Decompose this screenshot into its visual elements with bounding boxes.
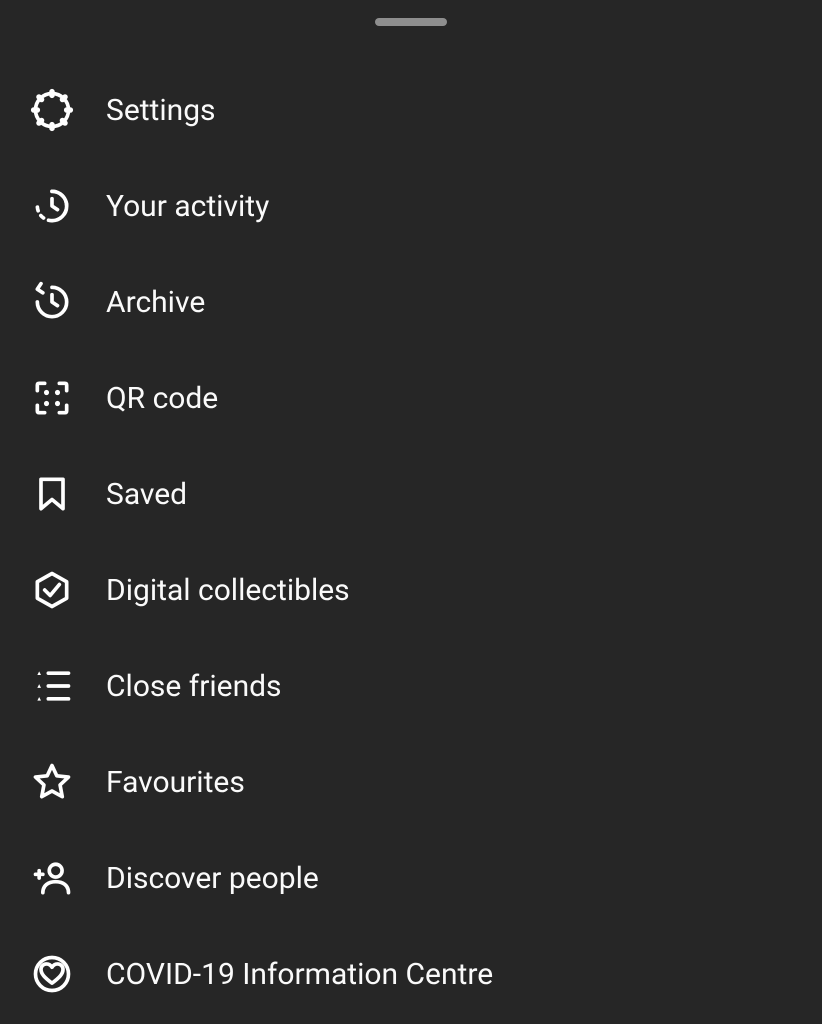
menu-item-saved[interactable]: Saved — [0, 446, 822, 542]
menu-item-label: Digital collectibles — [106, 573, 350, 608]
menu-item-label: Your activity — [106, 189, 269, 224]
menu-item-close-friends[interactable]: Close friends — [0, 638, 822, 734]
close-friends-icon — [28, 662, 76, 710]
menu-item-digital-collectibles[interactable]: Digital collectibles — [0, 542, 822, 638]
settings-icon — [28, 86, 76, 134]
menu-item-label: Archive — [106, 285, 205, 320]
menu-item-label: QR code — [106, 381, 218, 416]
menu-item-label: Close friends — [106, 669, 282, 704]
menu-item-your-activity[interactable]: Your activity — [0, 158, 822, 254]
menu-item-favourites[interactable]: Favourites — [0, 734, 822, 830]
drag-handle[interactable] — [375, 18, 447, 26]
menu-item-qr-code[interactable]: QR code — [0, 350, 822, 446]
menu-item-covid-info[interactable]: COVID-19 Information Centre — [0, 926, 822, 1022]
favourites-icon — [28, 758, 76, 806]
collectibles-icon — [28, 566, 76, 614]
activity-icon — [28, 182, 76, 230]
menu-item-label: Favourites — [106, 765, 245, 800]
menu-item-label: COVID-19 Information Centre — [106, 957, 493, 992]
menu-item-label: Discover people — [106, 861, 319, 896]
archive-icon — [28, 278, 76, 326]
menu-item-label: Saved — [106, 477, 187, 512]
covid-info-icon — [28, 950, 76, 998]
menu-item-label: Settings — [106, 93, 216, 128]
menu-list: Settings Your activity Arc — [0, 0, 822, 1022]
discover-people-icon — [28, 854, 76, 902]
qrcode-icon — [28, 374, 76, 422]
menu-item-archive[interactable]: Archive — [0, 254, 822, 350]
menu-item-discover-people[interactable]: Discover people — [0, 830, 822, 926]
saved-icon — [28, 470, 76, 518]
menu-item-settings[interactable]: Settings — [0, 62, 822, 158]
bottom-sheet: Settings Your activity Arc — [0, 0, 822, 1024]
